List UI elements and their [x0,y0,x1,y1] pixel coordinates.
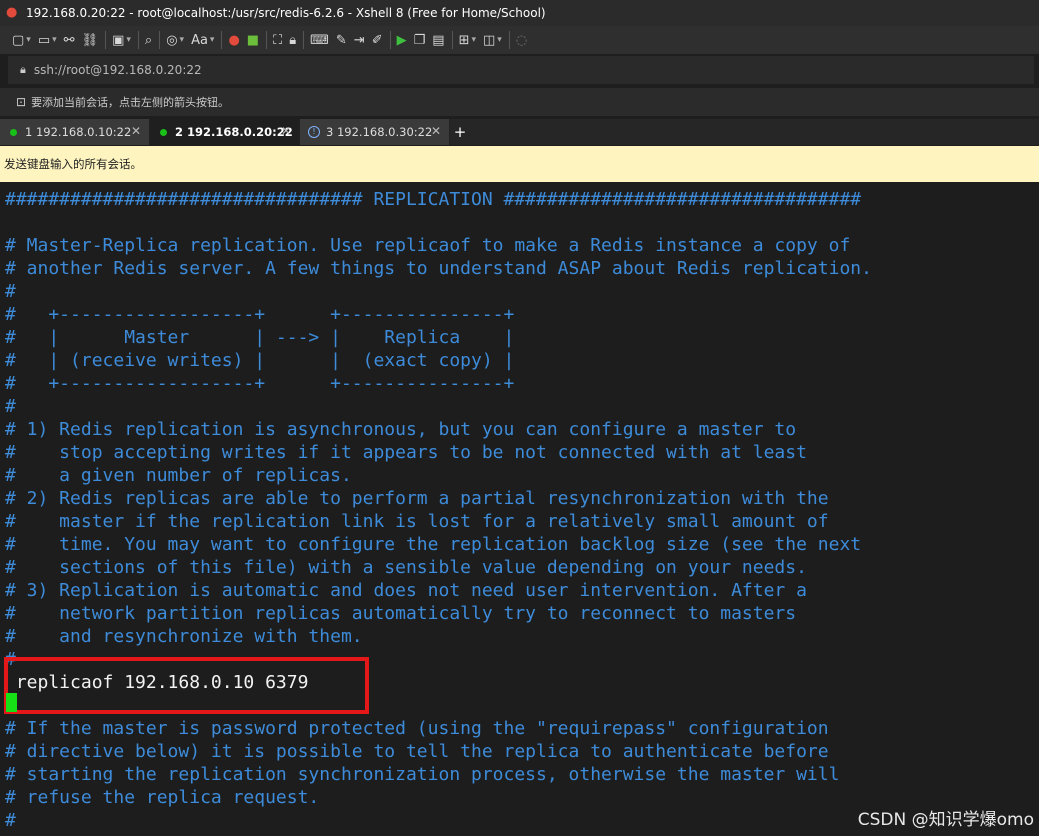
script-icon[interactable]: ⇥ [354,30,365,50]
add-tab-icon[interactable]: ⊞ [459,30,476,50]
terminal-line: # directive below) it is possible to tel… [5,741,829,762]
close-icon[interactable]: ✕ [131,124,141,138]
terminal-line: # a given number of replicas. [5,465,352,486]
terminal[interactable]: ################################# REPLIC… [0,183,1039,836]
terminal-line: # Master-Replica replication. Use replic… [5,235,851,256]
connected-status-icon [10,128,17,136]
banner-text: 发送键盘输入的所有会话。 [4,157,142,171]
new-session-icon[interactable]: ▢ [12,30,31,50]
add-session-icon[interactable]: ⊡ [16,95,26,109]
reconnect-icon[interactable]: ⚯ [64,30,75,50]
session-hint-bar: ⊡ 要添加当前会话，点击左侧的箭头按钮。 [0,88,1039,116]
toolbar-divider [389,31,391,49]
toolbar-divider [221,31,223,49]
tab-label: 2 192.168.0.20:22 [175,125,293,139]
globe-icon[interactable]: ◎ [166,30,184,50]
toolbar-divider [105,31,107,49]
fullscreen-icon[interactable]: ⛶ [273,30,282,50]
highlight-box [4,657,369,714]
terminal-line: # | Master | ---> | Replica | [5,327,515,348]
window-title: 192.168.0.20:22 - root@localhost:/usr/sr… [26,6,546,20]
terminal-line: # [5,396,16,417]
compose-icon[interactable]: ✐ [372,30,383,50]
session-manager-icon[interactable]: ▣ [112,30,131,50]
copy-icon[interactable]: ❐ [414,30,426,50]
tab-label: 1 192.168.0.10:22 [25,125,132,139]
highlight-icon[interactable]: ✎ [336,30,347,50]
toolbar-divider [137,31,139,49]
title-bar: ● 192.168.0.20:22 - root@localhost:/usr/… [0,0,1039,26]
layout-icon[interactable]: ◫ [483,30,502,50]
help-icon[interactable]: ◌ [516,30,527,50]
terminal-line: # +------------------+ +---------------+ [5,304,515,325]
search-icon[interactable]: ⌕ [145,30,152,50]
terminal-line: # stop accepting writes if it appears to… [5,442,807,463]
terminal-line: # 3) Replication is automatic and does n… [5,580,807,601]
toolbar-divider [266,31,268,49]
toolbar-divider [451,31,453,49]
run-icon[interactable]: ▶ [397,30,407,50]
terminal-line: # and resynchronize with them. [5,626,363,647]
text-cursor [6,693,17,712]
keyboard-icon[interactable]: ⌨ [310,30,329,50]
xshell-logo-icon: ● [6,5,18,20]
log-icon[interactable]: ▤ [432,30,444,50]
tab-session-3[interactable]: ! 3 192.168.0.30:22 ✕ [300,119,450,145]
terminal-line: # sections of this file) with a sensible… [5,557,807,578]
address-bar[interactable]: 🔒︎ ssh://root@192.168.0.20:22 [8,56,1034,84]
toolbar: ▢ ▭ ⚯ ⛓ ▣ ⌕ ◎ Aa ● ■ ⛶ 🔒︎ ⌨ ✎ ⇥ ✐ ▶ ❐ ▤ … [0,26,1039,54]
tab-session-2[interactable]: 2 192.168.0.20:22 ✕ [150,119,300,145]
terminal-line: # If the master is password protected (u… [5,718,829,739]
terminal-line: # | (receive writes) | | (exact copy) | [5,350,515,371]
terminal-line: # +------------------+ +---------------+ [5,373,515,394]
address-text[interactable]: ssh://root@192.168.0.20:22 [34,63,202,77]
connected-status-icon [160,128,167,136]
tab-label: 3 192.168.0.30:22 [326,125,433,139]
xftp-green-icon[interactable]: ■ [247,30,259,50]
close-icon[interactable]: ✕ [431,124,441,138]
xshell-red-icon[interactable]: ● [228,30,239,50]
toolbar-divider [303,31,305,49]
send-all-banner: 发送键盘输入的所有会话。 [0,146,1039,182]
tab-session-1[interactable]: 1 192.168.0.10:22 ✕ [0,119,150,145]
terminal-line: ################################# REPLIC… [5,189,862,210]
disconnect-icon[interactable]: ⛓ [82,30,99,50]
session-tabs: 1 192.168.0.10:22 ✕ 2 192.168.0.20:22 ✕ … [0,119,1039,145]
lock-icon[interactable]: 🔒︎ [289,30,296,50]
toolbar-divider [159,31,161,49]
toolbar-divider [508,31,510,49]
font-button[interactable]: Aa [191,30,214,50]
terminal-line: # 1) Redis replication is asynchronous, … [5,419,797,440]
terminal-line: # time. You may want to configure the re… [5,534,862,555]
watermark: CSDN @知识学爆omo [857,810,1034,830]
terminal-line: # starting the replication synchronizati… [5,764,840,785]
terminal-line: # refuse the replica request. [5,787,320,808]
terminal-line: # [5,810,16,831]
open-folder-icon[interactable]: ▭ [38,30,57,50]
close-icon[interactable]: ✕ [281,124,291,138]
terminal-line: # another Redis server. A few things to … [5,258,872,279]
terminal-line: # network partition replicas automatical… [5,603,797,624]
info-icon: ! [308,126,320,138]
terminal-line: # [5,281,16,302]
terminal-line: # 2) Redis replicas are able to perform … [5,488,829,509]
terminal-line: # master if the replication link is lost… [5,511,829,532]
session-hint-text: 要添加当前会话，点击左侧的箭头按钮。 [31,96,230,109]
lock-icon: 🔒︎ [20,63,26,76]
add-tab-button[interactable]: + [450,119,470,145]
